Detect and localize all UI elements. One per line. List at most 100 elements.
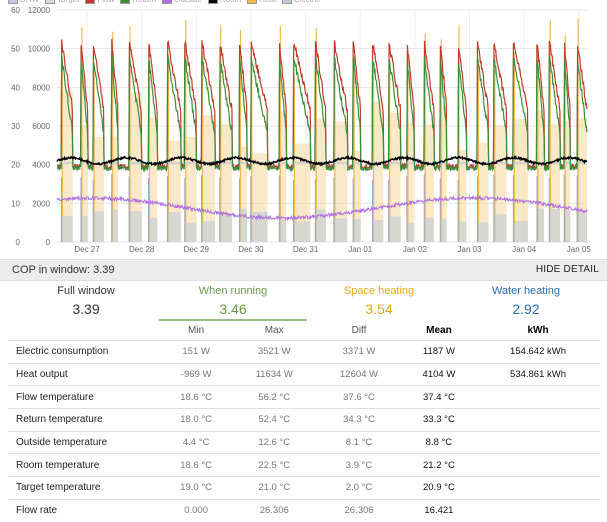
electric-block: [549, 208, 561, 242]
summary-title: Water heating: [491, 285, 561, 297]
legend-item[interactable]: Return: [120, 0, 156, 5]
electric-block: [353, 219, 361, 242]
summary-water-heating[interactable]: Water heating 2.92: [452, 284, 600, 319]
legend-item[interactable]: Electric: [282, 0, 320, 5]
x-axis: Dec 27 Dec 28 Dec 29 Dec 30 Dec 31 Jan 01 Jan …: [74, 245, 591, 254]
table-header-row: Min Max Diff Mean kWh: [8, 320, 600, 341]
header-min: Min: [188, 324, 205, 336]
electric-block: [93, 211, 104, 242]
cell-name: Flow temperature: [8, 385, 160, 409]
legend-label: Target: [57, 0, 79, 4]
electric-block: [440, 218, 447, 242]
table-row: Return temperature 18.0 °C 52.4 °C 34.3 °C 3…: [8, 408, 600, 432]
summary-title: When running: [198, 285, 268, 297]
cell-min: 19.0 °C: [160, 476, 233, 500]
cell-kwh: [476, 385, 600, 409]
cell-min: -969 W: [160, 362, 233, 386]
legend-item[interactable]: Outside: [162, 0, 202, 5]
summary-full-window[interactable]: Full window 3.39: [12, 284, 160, 319]
cell-max: 11634 W: [232, 362, 317, 386]
cell-diff: 8.1 °C: [316, 430, 402, 454]
right-tick-label: 10000: [28, 45, 51, 54]
legend-swatch: [247, 0, 258, 4]
table-row: Electric consumption 151 W 3521 W 3371 W 118…: [8, 340, 600, 364]
electric-block: [493, 214, 507, 242]
x-tick-label: Dec 29: [184, 245, 210, 254]
legend-item[interactable]: Heat: [247, 0, 276, 5]
heatpump-chart[interactable]: 0 10 20 30 40 50 60 0 2000 4000 6000 8000 10000 1200…: [0, 0, 607, 257]
x-tick-label: Dec 28: [129, 245, 155, 254]
x-tick-label: Jan 05: [567, 245, 592, 254]
legend-swatch: [282, 0, 293, 4]
x-tick-label: Jan 03: [458, 245, 483, 254]
summary-space-heating[interactable]: Space heating 3.54: [305, 284, 453, 319]
left-tick-label: 0: [16, 238, 21, 247]
electric-block: [333, 218, 348, 242]
cop-summary: Full window 3.39 When running 3.46 Space…: [0, 284, 607, 322]
cell-min: 18.0 °C: [160, 408, 233, 432]
right-tick-label: 4000: [32, 161, 50, 170]
table-row: Outside temperature 4.4 °C 12.6 °C 8.1 °C 8.…: [8, 430, 600, 454]
legend-label: Flow: [97, 0, 114, 4]
cell-min: 18.6 °C: [160, 385, 233, 409]
hide-detail-button[interactable]: HIDE DETAIL: [536, 260, 599, 280]
electric-block: [61, 215, 73, 242]
legend-swatch: [207, 0, 218, 4]
cell-max: 3521 W: [232, 340, 317, 364]
cell-name: Electric consumption: [8, 340, 160, 364]
electric-block: [201, 221, 216, 242]
x-tick-label: Jan 01: [348, 245, 373, 254]
cell-mean: 20.9 °C: [401, 476, 477, 500]
left-tick-label: 60: [11, 6, 20, 15]
cell-diff: 12604 W: [316, 362, 402, 386]
electric-block: [219, 213, 232, 242]
electric-block: [279, 219, 287, 242]
legend-label: Room: [220, 0, 241, 4]
cell-name: Room temperature: [8, 453, 160, 477]
electric-block: [167, 212, 181, 242]
right-axis: 0 2000 4000 6000 8000 10000 12000: [28, 6, 51, 247]
right-tick-label: 8000: [32, 83, 50, 92]
electric-block: [111, 209, 119, 242]
cell-mean: 33.3 °C: [401, 408, 477, 432]
table-row: Flow rate 0.000 26.306 26.306 16.421: [8, 498, 600, 522]
electric-block: [458, 221, 467, 242]
electric-block: [129, 211, 142, 242]
cell-min: 0.000: [160, 498, 233, 522]
legend-item[interactable]: DHW: [8, 0, 39, 5]
cell-min: 18.6 °C: [160, 453, 233, 477]
cell-min: 4.4 °C: [160, 430, 233, 454]
electric-block: [406, 222, 415, 242]
electric-block: [184, 222, 197, 242]
legend-item[interactable]: Flow: [85, 0, 114, 5]
table-row: Room temperature 18.6 °C 22.5 °C 3.9 °C 21.2…: [8, 453, 600, 477]
cell-max: 22.5 °C: [232, 453, 317, 477]
cell-mean: 16.421: [401, 498, 477, 522]
x-tick-label: Dec 30: [238, 245, 264, 254]
legend-item[interactable]: Target: [45, 0, 79, 5]
legend-swatch: [120, 0, 131, 4]
cell-kwh: [476, 476, 600, 500]
cell-diff: 3371 W: [316, 340, 402, 364]
electric-block: [148, 217, 158, 242]
header-kwh: kWh: [527, 324, 549, 336]
legend-swatch: [8, 0, 18, 4]
cell-mean: 21.2 °C: [401, 453, 477, 477]
cell-max: 12.6 °C: [232, 430, 317, 454]
stats-table: Min Max Diff Mean kWh Electric consumpti…: [8, 320, 600, 522]
cell-name: Flow rate: [8, 498, 160, 522]
electric-block: [372, 220, 384, 242]
cell-diff: 2.0 °C: [316, 476, 402, 500]
cell-diff: 26.306: [316, 498, 402, 522]
cell-min: 151 W: [160, 340, 233, 364]
electric-block: [577, 212, 587, 242]
left-tick-label: 20: [11, 161, 20, 170]
table-row: Flow temperature 18.6 °C 56.2 °C 37.6 °C 37.…: [8, 385, 600, 409]
summary-when-running[interactable]: When running 3.46: [159, 284, 307, 321]
legend-item[interactable]: Room: [207, 0, 241, 5]
stats-body: Electric consumption 151 W 3521 W 3371 W 118…: [8, 340, 600, 522]
legend-label: Return: [132, 0, 156, 4]
electric-block: [564, 210, 571, 242]
header-diff: Diff: [351, 324, 367, 336]
right-tick-label: 0: [46, 238, 51, 247]
